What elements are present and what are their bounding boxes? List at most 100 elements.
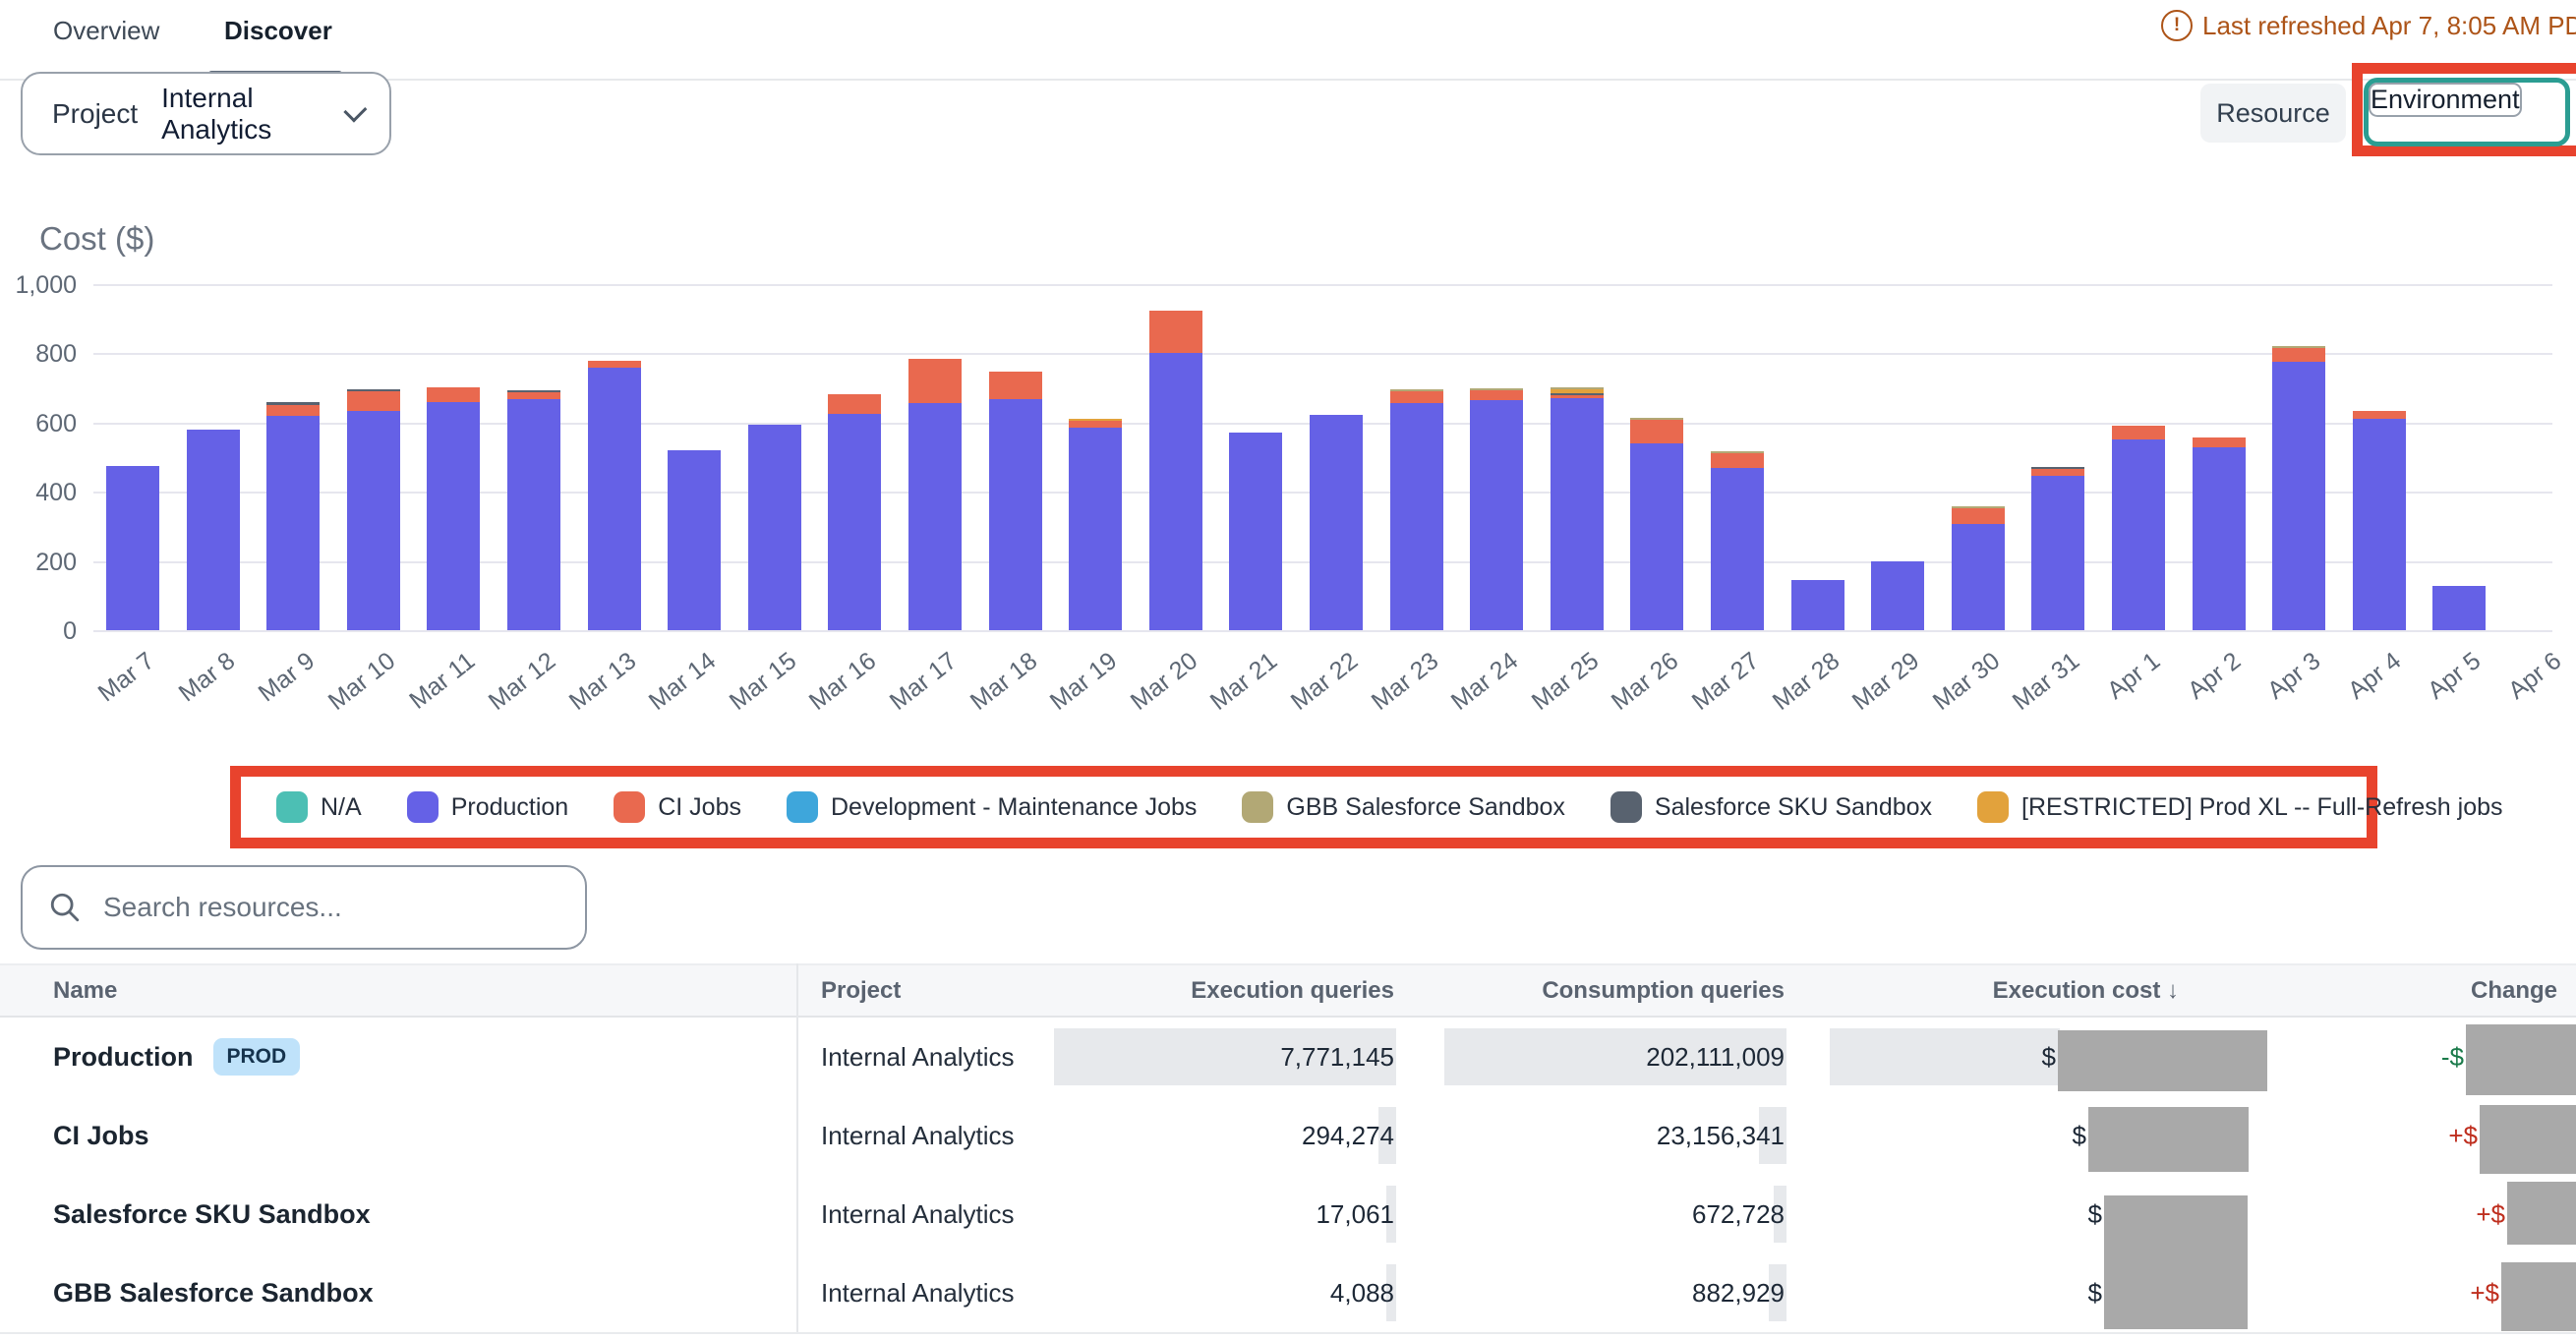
column-header-execution-queries[interactable]: Execution queries — [1099, 965, 1394, 1016]
bar-segment[interactable] — [2112, 426, 2165, 439]
bar-segment[interactable] — [507, 399, 560, 630]
bar-segment[interactable] — [2031, 467, 2084, 469]
column-header-consumption-queries[interactable]: Consumption queries — [1490, 965, 1785, 1016]
bar-segment[interactable] — [1470, 388, 1523, 390]
bar-segment[interactable] — [668, 450, 721, 630]
bar-segment[interactable] — [1711, 468, 1764, 630]
bar-segment[interactable] — [347, 411, 400, 630]
column-header-project[interactable]: Project — [821, 965, 901, 1016]
legend-item[interactable]: N/A — [276, 791, 362, 823]
legend-swatch — [787, 791, 818, 823]
bar-segment[interactable] — [427, 402, 480, 630]
bar-segment[interactable] — [427, 387, 480, 402]
change-prefix: +$ — [2381, 1253, 2499, 1332]
bar-segment[interactable] — [1390, 391, 1443, 403]
bar-segment[interactable] — [1551, 398, 1604, 630]
bar-segment[interactable] — [2272, 362, 2325, 630]
bar-segment[interactable] — [266, 416, 320, 630]
execution-queries-value: 17,061 — [1082, 1175, 1394, 1253]
bar-segment[interactable] — [266, 405, 320, 416]
bar-segment[interactable] — [1630, 418, 1683, 420]
redacted-value — [2507, 1182, 2576, 1245]
bar-segment[interactable] — [1791, 580, 1844, 630]
tab-discover[interactable]: Discover — [224, 16, 332, 46]
project-dropdown-value: Internal Analytics — [161, 83, 322, 146]
bar-segment[interactable] — [2353, 419, 2406, 630]
bar-segment[interactable] — [347, 391, 400, 411]
bar-segment[interactable] — [588, 368, 641, 630]
environment-button[interactable]: Environment — [2369, 83, 2522, 117]
column-header-name[interactable]: Name — [53, 965, 117, 1016]
bar-segment[interactable] — [1551, 387, 1604, 389]
legend-item[interactable]: GBB Salesforce Sandbox — [1242, 791, 1565, 823]
bar-segment[interactable] — [1149, 353, 1202, 630]
legend-item[interactable]: [RESTRICTED] Prod XL -- Full-Refresh job… — [1977, 791, 2502, 823]
bar-segment[interactable] — [1390, 403, 1443, 630]
bar-segment[interactable] — [1069, 419, 1122, 421]
y-axis-tick-label: 1,000 — [8, 269, 77, 301]
legend-label: N/A — [321, 793, 362, 822]
legend-swatch — [1242, 791, 1273, 823]
bar-segment[interactable] — [1711, 451, 1764, 453]
bar-segment[interactable] — [1630, 443, 1683, 630]
project-cell: Internal Analytics — [821, 1096, 1015, 1175]
bar-segment[interactable] — [2031, 469, 2084, 476]
bar-segment[interactable] — [828, 414, 881, 630]
environment-badge: PROD — [213, 1038, 301, 1076]
bar-segment[interactable] — [1551, 393, 1604, 395]
bar-segment[interactable] — [1630, 420, 1683, 443]
legend-item[interactable]: CI Jobs — [614, 791, 741, 823]
bar-segment[interactable] — [1390, 389, 1443, 391]
bar-segment[interactable] — [507, 390, 560, 392]
bar-segment[interactable] — [2193, 437, 2246, 447]
bar-segment[interactable] — [989, 399, 1042, 630]
bar-segment[interactable] — [989, 372, 1042, 399]
bar-segment[interactable] — [1069, 428, 1122, 630]
bar-segment[interactable] — [106, 466, 159, 630]
bar-segment[interactable] — [2193, 447, 2246, 630]
bar-segment[interactable] — [1871, 561, 1924, 630]
chevron-down-icon — [343, 99, 367, 123]
bar-segment[interactable] — [908, 359, 962, 403]
bar-segment[interactable] — [1711, 453, 1764, 468]
bar-segment[interactable] — [187, 430, 240, 630]
bar-segment[interactable] — [1551, 389, 1604, 393]
bar-segment[interactable] — [1310, 415, 1363, 630]
bar-segment[interactable] — [588, 361, 641, 368]
bar-segment[interactable] — [1069, 421, 1122, 428]
bar-segment[interactable] — [266, 402, 320, 405]
bar-segment[interactable] — [828, 394, 881, 414]
column-header-execution-cost[interactable]: Execution cost ↓ — [1884, 965, 2179, 1016]
sort-desc-arrow-icon[interactable]: ↓ — [2167, 977, 2179, 1004]
bar-segment[interactable] — [2272, 346, 2325, 348]
legend-label: CI Jobs — [658, 793, 741, 822]
project-dropdown[interactable]: Project Internal Analytics — [21, 72, 391, 155]
bar-segment[interactable] — [1551, 395, 1604, 398]
bar-segment[interactable] — [2432, 586, 2486, 630]
column-header-change[interactable]: Change — [2262, 965, 2557, 1016]
resource-button[interactable]: Resource — [2200, 84, 2346, 143]
bar-segment[interactable] — [347, 389, 400, 391]
bar-segment[interactable] — [2272, 348, 2325, 362]
execution-queries-value: 4,088 — [1082, 1253, 1394, 1332]
legend-item[interactable]: Development - Maintenance Jobs — [787, 791, 1197, 823]
legend-item[interactable]: Salesforce SKU Sandbox — [1610, 791, 1932, 823]
bar-segment[interactable] — [748, 425, 801, 630]
bar-segment[interactable] — [1470, 400, 1523, 630]
tab-overview[interactable]: Overview — [53, 16, 159, 46]
bar-segment[interactable] — [2031, 476, 2084, 630]
bar-segment[interactable] — [1229, 433, 1282, 630]
bar-segment[interactable] — [1952, 524, 2005, 630]
y-axis-tick-label: 200 — [8, 547, 77, 578]
bar-segment[interactable] — [1952, 506, 2005, 508]
bar-segment[interactable] — [2353, 411, 2406, 419]
bar-segment[interactable] — [1470, 390, 1523, 400]
bar-segment[interactable] — [1149, 311, 1202, 353]
search-input[interactable] — [101, 891, 559, 924]
bar-segment[interactable] — [2112, 439, 2165, 630]
bar-segment[interactable] — [507, 392, 560, 399]
bar-segment[interactable] — [908, 403, 962, 630]
legend-item[interactable]: Production — [407, 791, 569, 823]
legend-swatch — [1977, 791, 2009, 823]
bar-segment[interactable] — [1952, 508, 2005, 524]
